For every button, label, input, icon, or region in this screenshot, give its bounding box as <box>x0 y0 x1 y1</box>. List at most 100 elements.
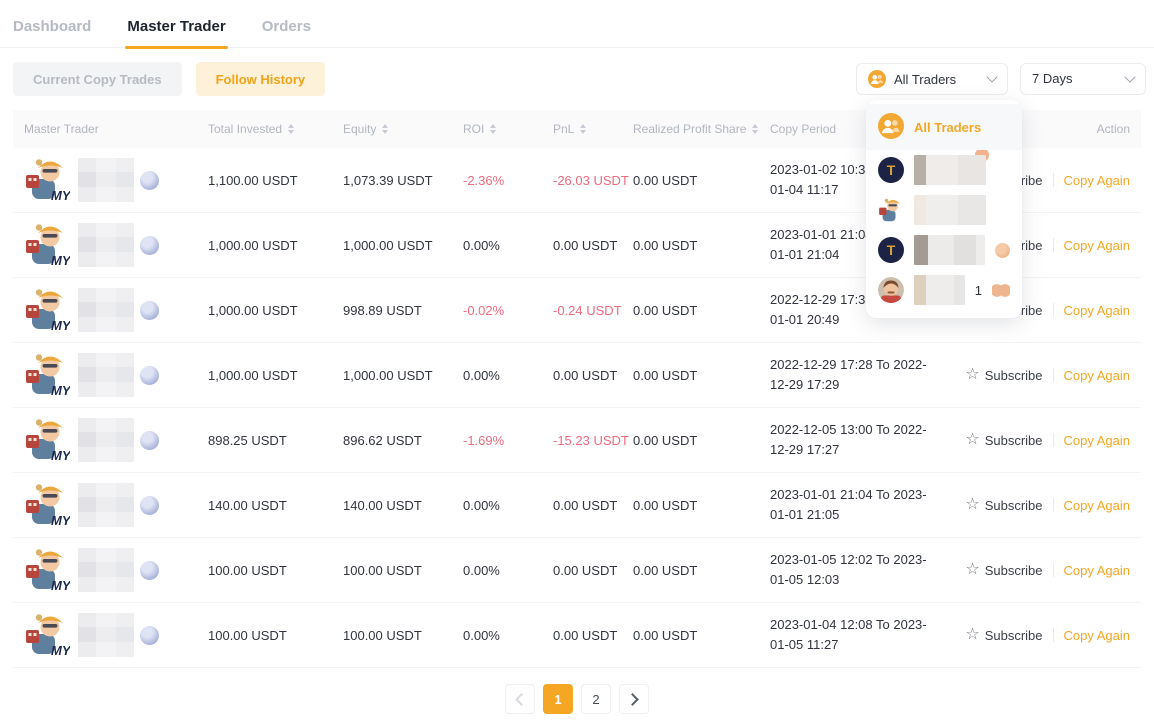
tab-orders[interactable]: Orders <box>262 18 311 47</box>
dropdown-item-all-traders[interactable]: All Traders <box>866 104 1022 150</box>
master-trader-avatar: MY <box>24 418 70 462</box>
copy-period-value: 2023-01-04 12:08 To 2023- 01-05 11:27 <box>770 615 945 655</box>
table-row: MY 1,000.00 USDT 1,000.00 USDT 0.00% 0.0… <box>13 343 1141 408</box>
trader-filter-select[interactable]: All Traders <box>856 63 1008 95</box>
current-copy-trades-button[interactable]: Current Copy Trades <box>13 62 182 96</box>
trader-badge-icon <box>140 236 159 255</box>
filter-selects: All Traders 7 Days <box>856 63 1146 95</box>
copy-again-button[interactable]: Copy Again <box>1064 238 1131 253</box>
equity-value: 100.00 USDT <box>343 628 463 643</box>
total-invested-value: 1,000.00 USDT <box>208 368 343 383</box>
action-divider <box>1053 303 1054 317</box>
master-trader-cell[interactable]: MY <box>24 288 208 332</box>
trader-badge-icon <box>140 366 159 385</box>
table-row: MY 100.00 USDT 100.00 USDT 0.00% 0.00 US… <box>13 603 1141 668</box>
header-total-invested[interactable]: Total Invested <box>208 122 343 136</box>
master-trader-cell[interactable]: MY <box>24 353 208 397</box>
master-trader-cell[interactable]: MY <box>24 613 208 657</box>
copy-again-button[interactable]: Copy Again <box>1064 368 1131 383</box>
dropdown-item-trader[interactable]: T <box>866 230 1022 270</box>
trader-badge-icon <box>140 431 159 450</box>
top-tab-bar: Dashboard Master Trader Orders <box>0 0 1154 48</box>
master-trader-cell[interactable]: MY <box>24 483 208 527</box>
star-icon: ☆ <box>965 627 979 643</box>
sort-icon[interactable] <box>490 124 496 134</box>
period-filter-select[interactable]: 7 Days <box>1020 63 1146 95</box>
master-trader-cell[interactable]: MY <box>24 548 208 592</box>
total-invested-value: 1,000.00 USDT <box>208 303 343 318</box>
copy-period-value: 2023-01-05 12:02 To 2023- 01-05 12:03 <box>770 550 945 590</box>
action-divider <box>1053 628 1054 642</box>
tab-dashboard[interactable]: Dashboard <box>13 18 91 47</box>
svg-text:MY: MY <box>51 253 70 267</box>
equity-value: 896.62 USDT <box>343 433 463 448</box>
header-equity[interactable]: Equity <box>343 122 463 136</box>
pnl-value: 0.00 USDT <box>553 498 633 513</box>
master-trader-cell[interactable]: MY <box>24 158 208 202</box>
redacted-trader-name <box>914 155 986 185</box>
page-2-button[interactable]: 2 <box>581 684 611 714</box>
copy-again-button[interactable]: Copy Again <box>1064 433 1131 448</box>
sort-icon[interactable] <box>752 124 758 134</box>
dropdown-item-trader[interactable]: T <box>866 150 1022 190</box>
next-page-button[interactable] <box>619 684 649 714</box>
roi-value: -0.02% <box>463 303 553 318</box>
sort-icon[interactable] <box>382 124 388 134</box>
subscribe-button[interactable]: ☆ Subscribe <box>965 432 1042 448</box>
master-trader-cell[interactable]: MY <box>24 418 208 462</box>
pnl-value: 0.00 USDT <box>553 238 633 253</box>
master-trader-avatar: MY <box>24 353 70 397</box>
sort-icon[interactable] <box>288 124 294 134</box>
header-pnl[interactable]: PnL <box>553 122 633 136</box>
pnl-value: -15.23 USDT <box>553 433 633 448</box>
action-divider <box>1053 173 1054 187</box>
filter-toolbar: Current Copy Trades Follow History All T… <box>0 48 1154 96</box>
copy-trading-follow-history-page: Dashboard Master Trader Orders Current C… <box>0 0 1154 728</box>
dropdown-item-trader[interactable] <box>866 190 1022 230</box>
trader-badge-icon <box>140 171 159 190</box>
prev-page-button[interactable] <box>505 684 535 714</box>
tether-logo-avatar-icon: T <box>878 237 904 263</box>
tab-master-trader[interactable]: Master Trader <box>127 18 225 47</box>
redacted-trader-name <box>78 548 134 592</box>
table-row: MY 100.00 USDT 100.00 USDT 0.00% 0.00 US… <box>13 538 1141 603</box>
copy-again-button[interactable]: Copy Again <box>1064 498 1131 513</box>
peach-emoji-icon <box>975 148 989 162</box>
total-invested-value: 898.25 USDT <box>208 433 343 448</box>
all-traders-group-icon <box>868 70 886 88</box>
page-1-button[interactable]: 1 <box>543 684 573 714</box>
action-cell: ☆ Subscribe Copy Again <box>945 562 1130 578</box>
star-icon: ☆ <box>965 497 979 513</box>
subscribe-button[interactable]: ☆ Subscribe <box>965 497 1042 513</box>
redacted-trader-name <box>914 235 985 265</box>
table-row: MY 898.25 USDT 896.62 USDT -1.69% -15.23… <box>13 408 1141 473</box>
master-trader-cell[interactable]: MY <box>24 223 208 267</box>
dropdown-item-trader[interactable]: 1 <box>866 270 1022 310</box>
subscribe-button[interactable]: ☆ Subscribe <box>965 367 1042 383</box>
chevron-down-icon <box>986 71 997 82</box>
header-roi[interactable]: ROI <box>463 122 553 136</box>
realized-profit-share-value: 0.00 USDT <box>633 433 770 448</box>
redacted-trader-name <box>78 353 134 397</box>
header-realized-profit-share[interactable]: Realized Profit Share <box>633 122 770 136</box>
action-divider <box>1053 498 1054 512</box>
redacted-trader-name <box>78 483 134 527</box>
subscribe-button[interactable]: ☆ Subscribe <box>965 627 1042 643</box>
action-cell: ☆ Subscribe Copy Again <box>945 367 1130 383</box>
copy-period-value: 2022-12-29 17:28 To 2022- 12-29 17:29 <box>770 355 945 395</box>
copy-again-button[interactable]: Copy Again <box>1064 173 1131 188</box>
copy-again-button[interactable]: Copy Again <box>1064 563 1131 578</box>
copy-again-button[interactable]: Copy Again <box>1064 628 1131 643</box>
equity-value: 1,000.00 USDT <box>343 368 463 383</box>
trader-name-suffix: 1 <box>975 283 982 298</box>
redacted-trader-name <box>78 223 134 267</box>
follow-history-button[interactable]: Follow History <box>196 62 326 96</box>
redacted-trader-name <box>78 158 134 202</box>
realized-profit-share-value: 0.00 USDT <box>633 173 770 188</box>
copy-again-button[interactable]: Copy Again <box>1064 303 1131 318</box>
subscribe-button[interactable]: ☆ Subscribe <box>965 562 1042 578</box>
sort-icon[interactable] <box>580 124 586 134</box>
equity-value: 1,000.00 USDT <box>343 238 463 253</box>
roi-value: 0.00% <box>463 563 553 578</box>
man-cartoon-avatar-icon <box>878 277 904 303</box>
